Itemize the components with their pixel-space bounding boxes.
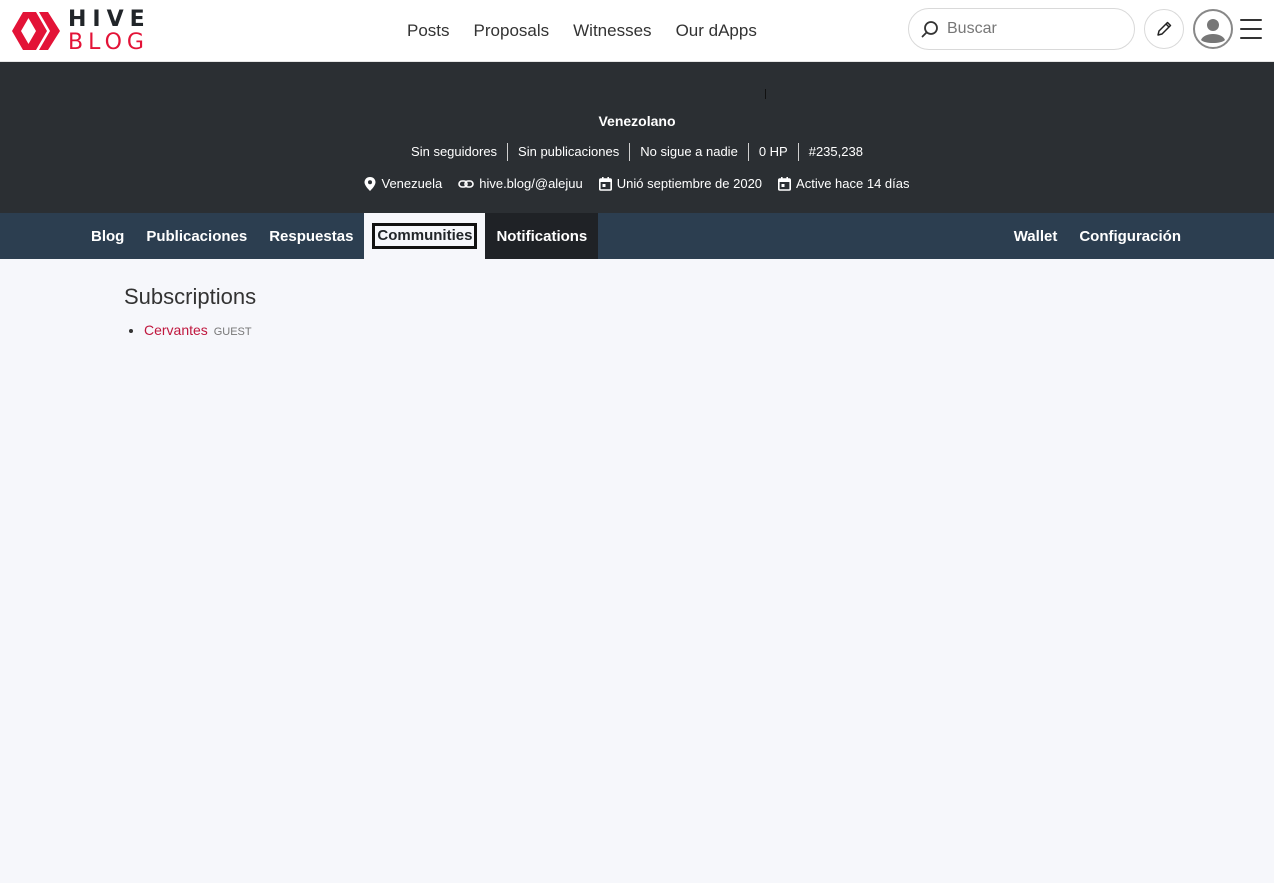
reputation-rank: #235,238	[797, 143, 873, 161]
tab-publicaciones[interactable]: Publicaciones	[135, 213, 258, 259]
tab-configuracion[interactable]: Configuración	[1068, 213, 1192, 259]
pencil-icon	[1157, 21, 1172, 36]
top-header: HIVE BLOG Posts Proposals Witnesses Our …	[0, 0, 1274, 62]
subscriptions-section: Subscriptions Cervantes GUEST	[124, 284, 256, 338]
hamburger-menu-icon[interactable]	[1240, 19, 1262, 39]
logo-blog-text: BLOG	[68, 29, 149, 55]
profile-name: Venezolano	[598, 113, 676, 129]
nav-proposals[interactable]: Proposals	[474, 21, 550, 41]
logo-hive-text: HIVE	[68, 6, 151, 32]
joined-text: Unió septiembre de 2020	[616, 176, 763, 191]
tab-notifications[interactable]: Notifications	[485, 213, 599, 259]
nav-posts[interactable]: Posts	[407, 21, 450, 41]
hive-blog-logo[interactable]: HIVE BLOG	[10, 8, 151, 54]
hive-logo-icon	[12, 12, 60, 50]
tab-communities[interactable]: Communities	[364, 213, 486, 259]
link-icon	[458, 179, 475, 188]
list-item: Cervantes GUEST	[144, 322, 256, 338]
community-link-cervantes[interactable]: Cervantes	[144, 322, 208, 338]
tab-blog[interactable]: Blog	[80, 213, 135, 259]
subscriptions-title: Subscriptions	[124, 284, 257, 309]
user-avatar-icon	[1197, 13, 1229, 45]
user-avatar-button[interactable]	[1193, 9, 1233, 49]
posts-count: Sin publicaciones	[507, 143, 629, 161]
profile-joined: Unió septiembre de 2020	[598, 176, 763, 191]
profile-website[interactable]: hive.blog/@alejuu	[458, 176, 583, 191]
search-box[interactable]	[908, 8, 1135, 50]
nav-our-dapps[interactable]: Our dApps	[676, 21, 757, 41]
search-input[interactable]	[947, 20, 1117, 38]
active-text: Active hace 14 días	[796, 176, 910, 191]
calendar-icon	[598, 176, 612, 191]
location-pin-icon	[364, 176, 376, 191]
subscriptions-list: Cervantes GUEST	[144, 322, 256, 338]
location-text: Venezuela	[381, 176, 443, 191]
compose-button[interactable]	[1144, 9, 1184, 49]
search-icon	[921, 21, 938, 38]
following-count[interactable]: No sigue a nadie	[629, 143, 748, 161]
nav-witnesses[interactable]: Witnesses	[573, 21, 651, 41]
profile-meta: Venezuela hive.blog/@alejuu Unió septiem…	[0, 176, 1274, 191]
followers-count[interactable]: Sin seguidores	[401, 143, 507, 161]
profile-stats: Sin seguidores Sin publicaciones No sigu…	[0, 143, 1274, 161]
banner-divider	[765, 89, 766, 99]
profile-active: Active hace 14 días	[778, 176, 910, 191]
website-link[interactable]: hive.blog/@alejuu	[479, 176, 583, 191]
calendar-icon	[778, 176, 792, 191]
profile-banner: Venezolano Sin seguidores Sin publicacio…	[0, 62, 1274, 213]
main-nav: Posts Proposals Witnesses Our dApps	[395, 0, 769, 62]
tab-wallet[interactable]: Wallet	[1003, 213, 1069, 259]
community-role-badge: GUEST	[213, 326, 252, 338]
tab-communities-label: Communities	[372, 223, 478, 249]
tab-respuestas[interactable]: Respuestas	[258, 213, 364, 259]
profile-tabs: Blog Publicaciones Respuestas Communitie…	[0, 213, 1274, 259]
profile-location: Venezuela	[364, 176, 442, 191]
hive-power: 0 HP	[747, 143, 798, 161]
